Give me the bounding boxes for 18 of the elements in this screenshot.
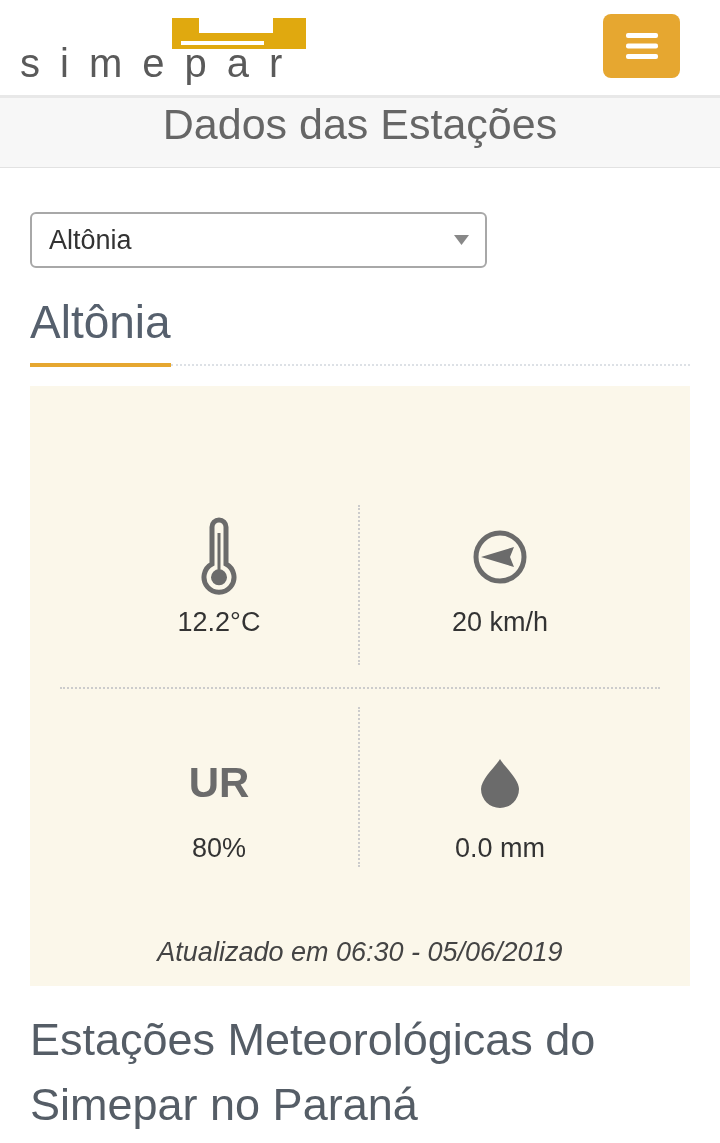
reading-value: 20 km/h: [451, 606, 548, 638]
station-select[interactable]: Altônia: [30, 212, 487, 268]
compass-icon: [473, 530, 527, 584]
logo-text: simepar: [20, 40, 303, 86]
reading-value: 80%: [191, 832, 246, 864]
thermometer-icon: [201, 517, 237, 597]
logo-mark-icon: [172, 18, 306, 49]
section-title: Estações Meteorológicas do Simepar no Paraná: [30, 1013, 597, 1132]
menu-button[interactable]: [603, 14, 680, 78]
caret-icon: [454, 235, 469, 245]
reading-value: 0.0 mm: [455, 832, 545, 864]
station-name: Altônia: [30, 297, 171, 347]
humidity-label: UR: [188, 759, 250, 807]
reading-value: 12.2°C: [177, 606, 261, 638]
menu-icon: [625, 33, 658, 59]
update-timestamp: Atualizado em 06:30 - 05/06/2019: [155, 936, 564, 968]
page-title: Dados das Estações: [162, 99, 558, 150]
drop-icon: [481, 758, 519, 808]
